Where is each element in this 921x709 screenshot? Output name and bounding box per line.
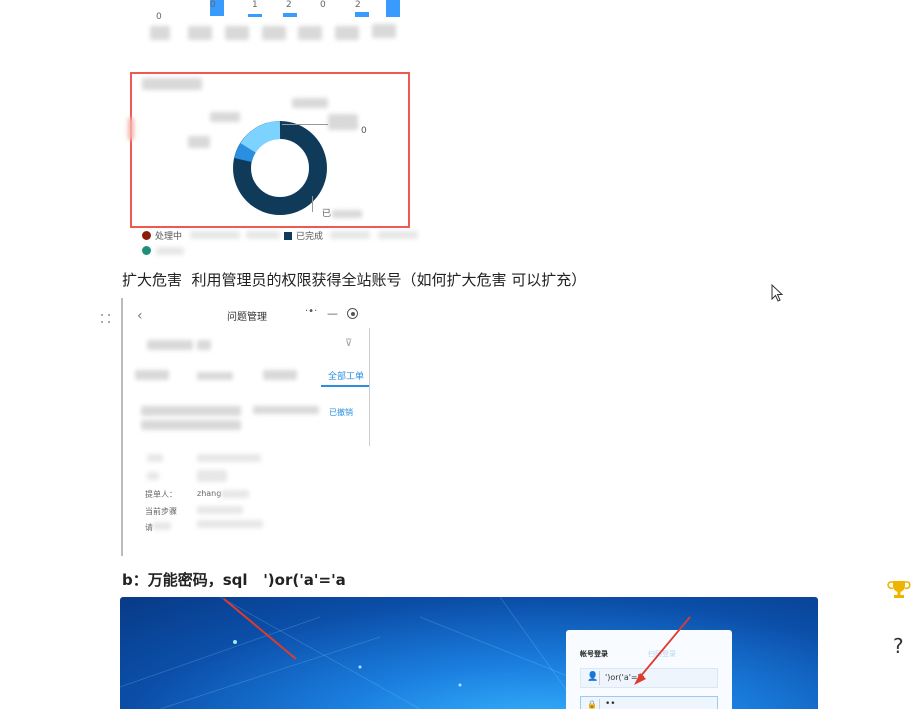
legend-label: 处理中: [155, 232, 183, 242]
tick-label: 2: [286, 0, 292, 10]
tab-all-tickets[interactable]: 全部工单: [328, 369, 364, 382]
donut-chart: [233, 121, 327, 215]
top-bar-chart: 0 0 1 2 0 2: [150, 0, 410, 50]
back-icon[interactable]: ‹: [137, 308, 143, 324]
mobile-screenshot: ‹ 问题管理 ·•· — ⊽ 全部工单 已撤销 提单人： zhang 当前步骤 …: [121, 298, 373, 556]
mouse-cursor-icon: [771, 284, 784, 302]
page-title: 问题管理: [227, 312, 267, 323]
minimize-icon[interactable]: —: [327, 307, 338, 320]
more-icon[interactable]: ·•·: [305, 306, 317, 317]
chart-bar: [248, 14, 262, 17]
trophy-icon[interactable]: [887, 578, 911, 602]
field-process-label: 请: [145, 523, 153, 532]
legend-square: [284, 232, 292, 240]
donut-legend: 处理中 已完成: [142, 229, 422, 259]
tick-label: 0: [320, 0, 326, 10]
field-submitter-label: 提单人：: [145, 490, 177, 499]
legend-label: 已完成: [296, 232, 324, 242]
chart-bar: [283, 13, 297, 17]
legend-dot: [142, 246, 151, 255]
field-step-label: 当前步骤: [145, 507, 177, 516]
target-icon[interactable]: [347, 308, 358, 319]
legend-dot: [142, 231, 151, 240]
donut-label-zero: 0: [361, 126, 367, 136]
login-screenshot: 帐号登录 扫码登录 👤 ')or('a'='a 🔒 ••: [120, 597, 818, 709]
paragraph-impact: 扩大危害 利用管理员的权限获得全站账号（如何扩大危害 可以扩充）: [122, 271, 587, 289]
tick-label: 2: [355, 0, 361, 10]
field-submitter-value: zhang: [197, 489, 222, 498]
help-icon[interactable]: ?: [893, 634, 904, 658]
tick-label: 0: [156, 12, 162, 22]
tick-label: 1: [252, 0, 258, 10]
tick-label: 0: [210, 0, 216, 10]
status-badge: 已撤销: [329, 408, 353, 417]
drag-handle-icon[interactable]: [101, 309, 111, 323]
donut-label-bottom: 已: [322, 209, 332, 219]
filter-icon[interactable]: ⊽: [345, 338, 352, 349]
red-arrow: [634, 616, 691, 685]
donut-chart-panel: 0 已: [128, 72, 410, 228]
chart-bar: [386, 0, 400, 17]
paragraph-sql-password: b：万能密码，sql ')or('a'='a: [122, 571, 346, 589]
chart-bar: [355, 12, 369, 17]
